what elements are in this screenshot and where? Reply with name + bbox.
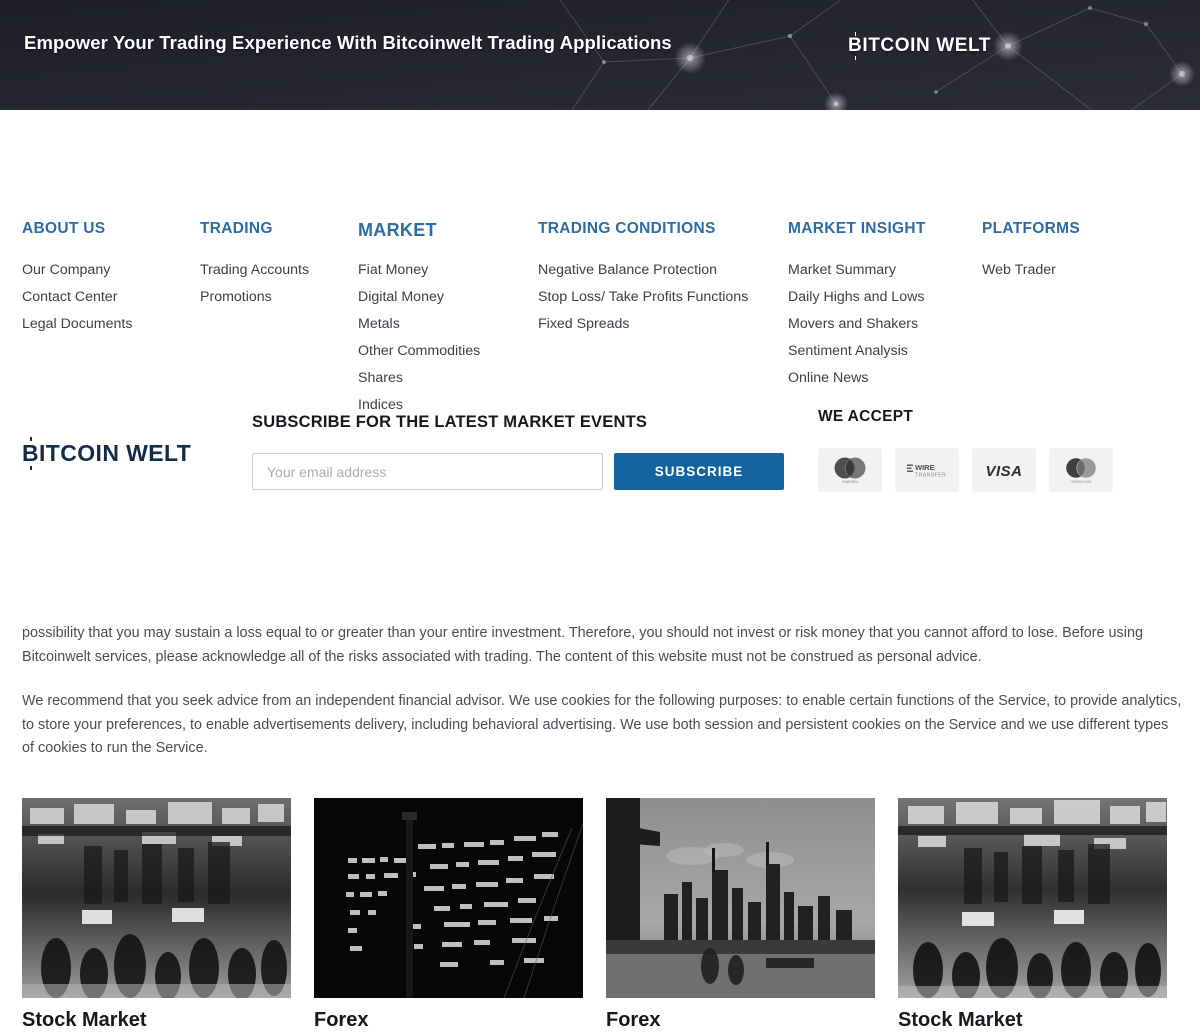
footer-column-about-us: ABOUT US Our Company Contact Center Lega…	[22, 220, 132, 338]
svg-text:mastercard: mastercard	[1071, 479, 1093, 484]
footer-link-fixed-spreads[interactable]: Fixed Spreads	[538, 311, 748, 338]
footer-column-heading: TRADING	[200, 220, 273, 237]
svg-text:VISA: VISA	[985, 463, 1022, 480]
article-card-caption: Stock Market	[898, 1009, 1023, 1031]
article-card[interactable]: Stock Market	[898, 798, 1167, 1032]
footer-logo-text: ITCOIN WELT	[39, 440, 192, 466]
svg-text:maestro: maestro	[842, 479, 858, 484]
footer-link-metals[interactable]: Metals	[358, 311, 480, 338]
footer-link-contact-center[interactable]: Contact Center	[22, 284, 132, 311]
subscribe-button[interactable]: SUBSCRIBE	[614, 453, 784, 490]
payment-methods-list: maestro WIRE TRANSFER VISA mastercard	[818, 448, 1113, 492]
footer-column-heading: ABOUT US	[22, 220, 106, 237]
article-card-list: Stock Market Forex Forex Stock Market	[0, 798, 1200, 1032]
article-card[interactable]: Stock Market	[22, 798, 291, 1032]
footer-link-stop-loss-take-profits[interactable]: Stop Loss/ Take Profits Functions	[538, 284, 748, 311]
article-card-caption: Forex	[314, 1009, 369, 1031]
trading-floor-photo	[22, 798, 291, 998]
footer-link-negative-balance-protection[interactable]: Negative Balance Protection	[538, 257, 748, 284]
footer-link-fiat-money[interactable]: Fiat Money	[358, 257, 480, 284]
maestro-glyph: maestro	[834, 457, 866, 484]
footer-column-heading: TRADING CONDITIONS	[538, 220, 716, 237]
svg-text:TRANSFER: TRANSFER	[915, 473, 946, 479]
footer-link-web-trader[interactable]: Web Trader	[982, 257, 1080, 284]
footer-column-heading: PLATFORMS	[982, 220, 1080, 237]
we-accept-title: WE ACCEPT	[818, 408, 914, 425]
promo-banner: Empower Your Trading Experience With Bit…	[0, 0, 1200, 110]
footer-link-our-company[interactable]: Our Company	[22, 257, 132, 284]
footer-link-shares[interactable]: Shares	[358, 365, 480, 392]
subscribe-title: SUBSCRIBE FOR THE LATEST MARKET EVENTS	[252, 413, 648, 431]
wire-transfer-icon[interactable]: WIRE TRANSFER	[895, 448, 959, 492]
footer-link-online-news[interactable]: Online News	[788, 365, 926, 392]
bitcoin-b-icon: B	[22, 436, 40, 470]
footer-column-heading: MARKET INSIGHT	[788, 220, 926, 237]
stock-ticker-board-photo	[314, 798, 583, 998]
footer-column-market: MARKET Fiat Money Digital Money Metals O…	[358, 220, 480, 419]
article-card[interactable]: Forex	[606, 798, 875, 1032]
footer-column-heading: MARKET	[358, 220, 437, 240]
footer-link-trading-accounts[interactable]: Trading Accounts	[200, 257, 309, 284]
footer-link-digital-money[interactable]: Digital Money	[358, 284, 480, 311]
mastercard-glyph: mastercard	[1066, 458, 1096, 484]
disclaimer-section: possibility that you may sustain a loss …	[22, 622, 1184, 782]
subscribe-section: B ITCOIN WELT SUBSCRIBE FOR THE LATEST MA…	[0, 400, 1200, 510]
disclaimer-paragraph-2: We recommend that you seek advice from a…	[22, 693, 1182, 756]
svg-text:WIRE: WIRE	[915, 463, 935, 472]
disclaimer-paragraph-1: possibility that you may sustain a loss …	[22, 625, 1143, 665]
footer-link-legal-documents[interactable]: Legal Documents	[22, 311, 132, 338]
mastercard-icon[interactable]: mastercard	[1049, 448, 1113, 492]
city-skyline-photo	[606, 798, 875, 998]
footer-link-columns: ABOUT US Our Company Contact Center Lega…	[0, 110, 1200, 413]
article-card-caption: Forex	[606, 1009, 661, 1031]
wire-transfer-glyph: WIRE TRANSFER	[907, 463, 946, 479]
article-card-caption: Stock Market	[22, 1009, 147, 1031]
footer-column-market-insight: MARKET INSIGHT Market Summary Daily High…	[788, 220, 926, 392]
footer-link-daily-highs-and-lows[interactable]: Daily Highs and Lows	[788, 284, 926, 311]
footer-logo[interactable]: B ITCOIN WELT	[22, 436, 192, 470]
bitcoin-b-icon: B	[848, 31, 863, 60]
visa-icon[interactable]: VISA	[972, 448, 1036, 492]
banner-logo-text: ITCOIN WELT	[862, 35, 991, 56]
footer-column-trading-conditions: TRADING CONDITIONS Negative Balance Prot…	[538, 220, 748, 338]
footer-link-other-commodities[interactable]: Other Commodities	[358, 338, 480, 365]
maestro-icon[interactable]: maestro	[818, 448, 882, 492]
footer-link-market-summary[interactable]: Market Summary	[788, 257, 926, 284]
banner-logo[interactable]: B ITCOIN WELT	[848, 31, 991, 60]
footer-column-platforms: PLATFORMS Web Trader	[982, 220, 1080, 284]
banner-headline: Empower Your Trading Experience With Bit…	[24, 32, 672, 53]
footer-link-movers-and-shakers[interactable]: Movers and Shakers	[788, 311, 926, 338]
footer-link-sentiment-analysis[interactable]: Sentiment Analysis	[788, 338, 926, 365]
footer-link-promotions[interactable]: Promotions	[200, 284, 309, 311]
trading-floor-photo	[898, 798, 1167, 998]
email-field[interactable]	[252, 453, 603, 490]
visa-glyph: VISA	[985, 463, 1022, 480]
footer-column-trading: TRADING Trading Accounts Promotions	[200, 220, 309, 311]
article-card[interactable]: Forex	[314, 798, 583, 1032]
